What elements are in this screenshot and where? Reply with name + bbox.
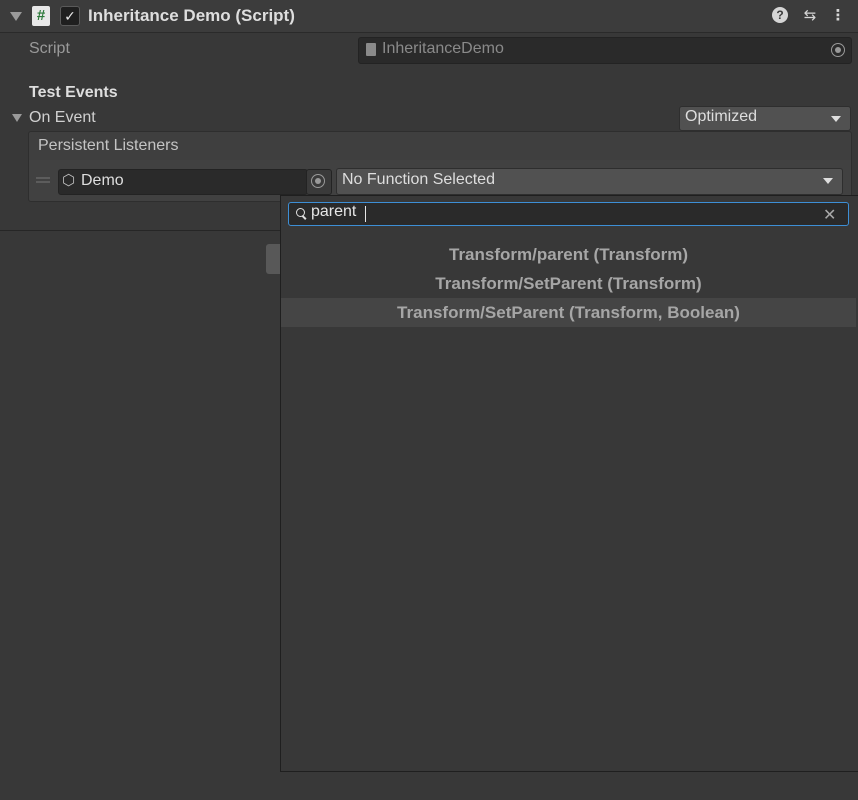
script-file-icon <box>366 43 376 56</box>
component-title: Inheritance Demo (Script) <box>88 6 295 25</box>
text-caret <box>365 206 366 222</box>
event-name: On Event <box>29 109 96 126</box>
search-value: parent <box>311 203 357 220</box>
section-title: Test Events <box>29 84 118 101</box>
object-value: Demo <box>81 172 124 189</box>
object-target-icon <box>311 174 325 188</box>
result-item[interactable]: Transform/SetParent (Transform) <box>281 269 856 298</box>
script-target-icon[interactable] <box>831 43 845 57</box>
drag-handle-icon[interactable] <box>36 177 50 179</box>
function-caret-icon <box>823 178 833 184</box>
presets-icon[interactable]: ⇆ <box>801 7 819 25</box>
foldout-arrow-icon[interactable] <box>10 12 22 21</box>
mode-value: Optimized <box>685 108 758 125</box>
script-value: InheritanceDemo <box>382 40 504 57</box>
result-item-highlighted[interactable]: Transform/SetParent (Transform, Boolean) <box>281 298 856 327</box>
result-item[interactable]: Transform/parent (Transform) <box>281 240 856 269</box>
gameobject-icon: ⬡ <box>62 172 76 189</box>
help-icon[interactable]: ? <box>772 7 788 23</box>
mode-caret-icon <box>831 116 841 122</box>
event-foldout-icon[interactable] <box>12 114 22 122</box>
more-menu-icon[interactable]: ⋮ <box>829 7 847 25</box>
search-icon <box>296 208 305 217</box>
script-hash-icon: # <box>32 6 50 26</box>
search-input[interactable] <box>288 202 849 226</box>
function-value: No Function Selected <box>342 171 495 188</box>
listeners-header-label: Persistent Listeners <box>38 137 179 154</box>
clear-search-icon[interactable]: ✕ <box>823 205 836 225</box>
script-label: Script <box>29 40 70 57</box>
component-enabled-checkbox[interactable]: ✓ <box>60 6 80 26</box>
